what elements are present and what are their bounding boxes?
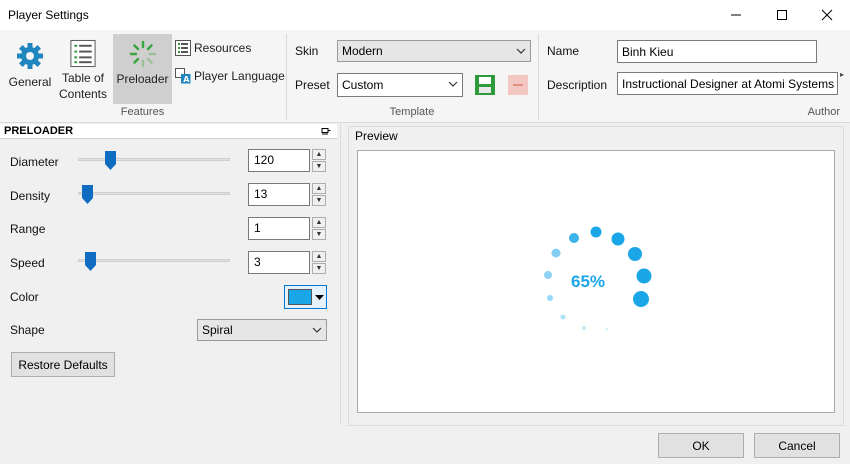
speed-label: Speed: [10, 256, 45, 270]
preloader-label: Preloader: [116, 72, 169, 86]
caret-down-icon: [315, 295, 324, 300]
range-input[interactable]: 1: [248, 217, 310, 240]
spinner-dot: [569, 233, 579, 243]
player-language-label: Player Language: [194, 69, 285, 83]
range-increment-icon[interactable]: ▲: [312, 217, 326, 228]
description-label: Description: [547, 78, 608, 92]
preloader-panel-title: PRELOADER: [4, 125, 74, 137]
speed-increment-icon[interactable]: ▲: [312, 251, 326, 262]
diameter-increment-icon[interactable]: ▲: [312, 149, 326, 160]
progress-percent: 65%: [571, 272, 606, 291]
density-label: Density: [10, 189, 51, 203]
chevron-down-icon: [312, 327, 322, 333]
svg-text:A: A: [183, 75, 190, 84]
close-button[interactable]: [804, 0, 850, 30]
spinner-dot: [611, 232, 625, 246]
restore-defaults-button[interactable]: Restore Defaults: [11, 352, 115, 377]
skin-select[interactable]: Modern: [337, 40, 531, 62]
range-label: Range: [10, 222, 46, 236]
maximize-button[interactable]: [759, 0, 805, 30]
gear-icon: [17, 43, 43, 69]
color-label: Color: [10, 290, 39, 304]
density-input[interactable]: 13: [248, 183, 310, 206]
preloader-button[interactable]: Preloader: [113, 34, 172, 104]
density-increment-icon[interactable]: ▲: [312, 183, 326, 194]
resources-label: Resources: [194, 41, 252, 55]
table-of-contents-button[interactable]: Table of Contents: [57, 34, 109, 102]
author-group-label: Author: [807, 106, 840, 118]
name-input[interactable]: Binh Kieu: [617, 40, 817, 63]
spinner-dot: [590, 226, 602, 238]
window-title: Player Settings: [8, 8, 89, 22]
spinner-dot: [551, 248, 561, 258]
range-spinner[interactable]: 1 ▲ ▼: [248, 217, 328, 240]
density-decrement-icon[interactable]: ▼: [312, 195, 326, 206]
preset-value: Custom: [342, 78, 384, 92]
ribbon-scroll-right[interactable]: ▸: [840, 70, 844, 79]
color-swatch: [288, 289, 312, 305]
pin-icon[interactable]: [321, 126, 331, 136]
preset-select[interactable]: Custom: [337, 73, 463, 97]
shape-value: Spiral: [202, 323, 233, 337]
diameter-input[interactable]: 120: [248, 149, 310, 172]
spinner-dot: [633, 291, 649, 307]
features-group-label: Features: [120, 106, 165, 118]
minimize-icon: [731, 14, 741, 16]
speed-decrement-icon[interactable]: ▼: [312, 263, 326, 274]
resources-button[interactable]: Resources: [175, 40, 251, 56]
chevron-down-icon: [516, 48, 526, 54]
maximize-icon: [777, 10, 787, 20]
player-language-button[interactable]: A Player Language: [175, 68, 285, 84]
speed-input[interactable]: 3: [248, 251, 310, 274]
diameter-slider-track[interactable]: [78, 158, 230, 161]
close-icon: [821, 9, 833, 21]
chevron-down-icon: [448, 81, 458, 87]
table-of-contents-label: Table of Contents: [58, 71, 108, 101]
panel-divider: [340, 124, 341, 424]
resources-icon: [175, 40, 191, 56]
ok-button[interactable]: OK: [658, 433, 744, 458]
preview-label: Preview: [355, 129, 398, 143]
spinner-dot: [544, 271, 552, 279]
diameter-spinner[interactable]: 120 ▲ ▼: [248, 149, 328, 172]
spinner-dot: [605, 327, 609, 331]
density-slider-thumb[interactable]: [82, 185, 93, 204]
range-decrement-icon[interactable]: ▼: [312, 229, 326, 240]
spinner-dot: [636, 268, 652, 284]
color-picker[interactable]: [284, 285, 327, 309]
speed-slider-track[interactable]: [78, 259, 230, 262]
cancel-button[interactable]: Cancel: [754, 433, 840, 458]
diameter-slider-thumb[interactable]: [105, 151, 116, 170]
preset-label: Preset: [295, 78, 330, 92]
shape-label: Shape: [10, 323, 45, 337]
list-icon: [70, 39, 96, 68]
name-label: Name: [547, 44, 580, 58]
spinner-dot: [547, 295, 553, 301]
speed-spinner[interactable]: 3 ▲ ▼: [248, 251, 328, 274]
spinner-dot: [560, 314, 566, 320]
general-button[interactable]: General: [4, 34, 56, 102]
language-icon: A: [175, 68, 191, 84]
ribbon: General Table of Contents Preloader Reso…: [0, 30, 850, 123]
spinner-dot: [628, 247, 642, 261]
spinner-dot: [582, 326, 586, 330]
diameter-decrement-icon[interactable]: ▼: [312, 161, 326, 172]
description-input[interactable]: Instructional Designer at Atomi Systems: [617, 72, 838, 95]
density-spinner[interactable]: 13 ▲ ▼: [248, 183, 328, 206]
shape-select[interactable]: Spiral: [197, 319, 327, 341]
skin-label: Skin: [295, 44, 319, 58]
diameter-label: Diameter: [10, 155, 59, 169]
template-group-label: Template: [389, 106, 435, 118]
ribbon-separator: [538, 34, 539, 120]
general-label: General: [8, 75, 52, 89]
save-preset-icon[interactable]: [474, 74, 496, 96]
minimize-button[interactable]: [713, 0, 759, 30]
preloader-panel-header: PRELOADER: [0, 124, 337, 139]
speed-slider-thumb[interactable]: [85, 252, 96, 271]
skin-value: Modern: [342, 44, 383, 58]
spinner-icon: [129, 40, 156, 68]
delete-preset-icon[interactable]: [507, 74, 529, 96]
title-bar: Player Settings: [0, 0, 850, 30]
density-slider-track[interactable]: [78, 192, 230, 195]
